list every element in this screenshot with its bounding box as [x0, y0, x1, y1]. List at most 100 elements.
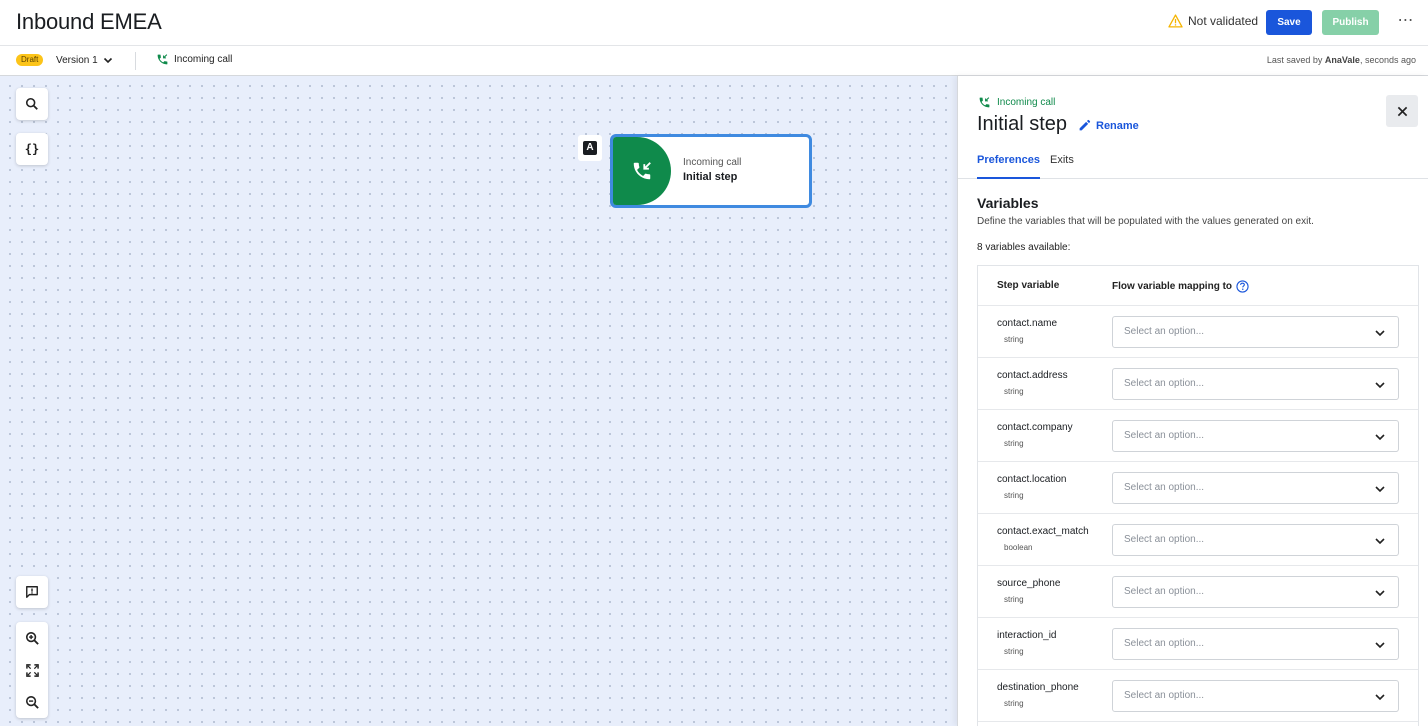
trigger-label: Incoming call	[174, 54, 233, 65]
node-title: Initial step	[683, 171, 738, 183]
variable-name: source_phone	[997, 578, 1061, 589]
chevron-down-icon	[1375, 590, 1385, 597]
close-panel-button[interactable]	[1386, 95, 1418, 127]
chevron-down-icon	[1375, 642, 1385, 649]
flow-variable-select[interactable]: Select an option...	[1112, 316, 1399, 348]
select-placeholder: Select an option...	[1124, 482, 1205, 493]
variable-type: string	[1004, 491, 1024, 500]
select-placeholder: Select an option...	[1124, 638, 1205, 649]
table-row: destination_phone string Select an optio…	[978, 670, 1418, 722]
variable-name: destination_phone	[997, 682, 1079, 693]
select-placeholder: Select an option...	[1124, 690, 1205, 701]
col-flow-variable: Flow variable mapping to	[1112, 280, 1249, 293]
chevron-down-icon	[1375, 486, 1385, 493]
last-saved-user: AnaVale	[1324, 55, 1360, 65]
variable-type: string	[1004, 387, 1024, 396]
variable-name: contact.address	[997, 370, 1068, 381]
flow-variable-select[interactable]: Select an option...	[1112, 628, 1399, 660]
help-icon[interactable]	[1236, 280, 1249, 293]
flow-canvas[interactable]: {} A Incoming call Initial step	[0, 76, 957, 726]
section-description: Define the variables that will be popula…	[977, 216, 1314, 227]
variables-table: Step variable Flow variable mapping to c…	[977, 265, 1419, 726]
zoom-in-icon	[25, 631, 39, 645]
variables-count: 8 variables available:	[977, 242, 1071, 253]
variables-table-header: Step variable Flow variable mapping to	[978, 266, 1418, 306]
flow-variable-select[interactable]: Select an option...	[1112, 368, 1399, 400]
chevron-down-icon	[103, 57, 112, 64]
variable-type: string	[1004, 335, 1024, 344]
section-title: Variables	[977, 195, 1039, 211]
node-icon-area	[613, 137, 671, 205]
table-row: source_phone string Select an option...	[978, 566, 1418, 618]
variable-name: contact.location	[997, 474, 1067, 485]
table-row: contact.exact_match boolean Select an op…	[978, 514, 1418, 566]
variable-type: string	[1004, 647, 1024, 656]
incoming-call-icon	[157, 54, 168, 65]
col-step-variable: Step variable	[997, 280, 1060, 291]
publish-button[interactable]: Publish	[1322, 10, 1379, 35]
variable-type: string	[1004, 699, 1024, 708]
validation-status: Not validated	[1168, 14, 1258, 28]
select-placeholder: Select an option...	[1124, 378, 1205, 389]
select-placeholder: Select an option...	[1124, 534, 1205, 545]
label-a-icon: A	[583, 141, 597, 155]
top-header: Inbound EMEA Not validated Save Publish …	[0, 0, 1428, 46]
feedback-button[interactable]	[16, 576, 48, 608]
zoom-out-icon	[25, 695, 39, 709]
variable-name: contact.company	[997, 422, 1073, 433]
incoming-call-icon	[633, 162, 651, 180]
chevron-down-icon	[1375, 382, 1385, 389]
flow-variable-select[interactable]: Select an option...	[1112, 576, 1399, 608]
feedback-icon	[26, 586, 38, 598]
flow-title: Inbound EMEA	[16, 9, 162, 34]
chevron-down-icon	[1375, 538, 1385, 545]
version-dropdown[interactable]: Version 1	[56, 54, 114, 66]
variable-type: string	[1004, 439, 1024, 448]
draft-badge: Draft	[16, 54, 44, 66]
flow-variable-select[interactable]: Select an option...	[1112, 472, 1399, 504]
search-button[interactable]	[16, 88, 48, 120]
fit-view-button[interactable]	[16, 654, 48, 686]
panel-tabs: Preferences Exits	[958, 152, 1428, 179]
panel-title: Initial step	[977, 113, 1068, 135]
warning-icon	[1168, 14, 1183, 28]
more-horizontal-icon[interactable]: ⋯	[1396, 12, 1416, 32]
table-row: contact.company string Select an option.…	[978, 410, 1418, 462]
chevron-down-icon	[1375, 330, 1385, 337]
chevron-down-icon	[1375, 694, 1385, 701]
rename-label: Rename	[1096, 119, 1139, 132]
flow-variable-select[interactable]: Select an option...	[1112, 420, 1399, 452]
panel-trigger-label: Incoming call	[997, 97, 1056, 108]
node-subtitle: Incoming call	[683, 157, 742, 168]
table-row: contact.address string Select an option.…	[978, 358, 1418, 410]
initial-step-node[interactable]: Incoming call Initial step	[610, 134, 812, 208]
flow-variable-select[interactable]: Select an option...	[1112, 524, 1399, 556]
trigger-indicator: Incoming call	[156, 53, 232, 66]
zoom-out-button[interactable]	[16, 686, 48, 718]
last-saved-info: Last saved by AnaVale, seconds ago	[1266, 55, 1416, 65]
node-label-badge[interactable]: A	[578, 135, 602, 161]
version-label: Version 1	[56, 54, 98, 66]
variable-type: boolean	[1004, 543, 1033, 552]
variable-name: contact.name	[997, 318, 1058, 329]
flow-subbar: Draft Version 1 Incoming call Last saved…	[0, 46, 1428, 76]
zoom-in-button[interactable]	[16, 622, 48, 654]
flow-variable-select[interactable]: Select an option...	[1112, 680, 1399, 712]
rename-button[interactable]: Rename	[1078, 119, 1139, 132]
table-row: contact.location string Select an option…	[978, 462, 1418, 514]
select-placeholder: Select an option...	[1124, 586, 1205, 597]
variables-button[interactable]: {}	[16, 133, 48, 165]
table-row: contact.name string Select an option...	[978, 306, 1418, 358]
incoming-call-icon	[979, 97, 990, 108]
braces-icon: {}	[24, 142, 40, 156]
save-button[interactable]: Save	[1266, 10, 1312, 35]
search-icon	[25, 97, 38, 110]
validation-status-label: Not validated	[1188, 14, 1259, 28]
pencil-icon	[1079, 119, 1091, 131]
variable-name: contact.exact_match	[997, 526, 1089, 537]
tab-exits[interactable]: Exits	[1050, 154, 1074, 179]
table-row: interaction_id string Select an option..…	[978, 618, 1418, 670]
tab-preferences[interactable]: Preferences	[977, 154, 1040, 179]
fit-view-icon	[25, 663, 39, 677]
chevron-down-icon	[1375, 434, 1385, 441]
